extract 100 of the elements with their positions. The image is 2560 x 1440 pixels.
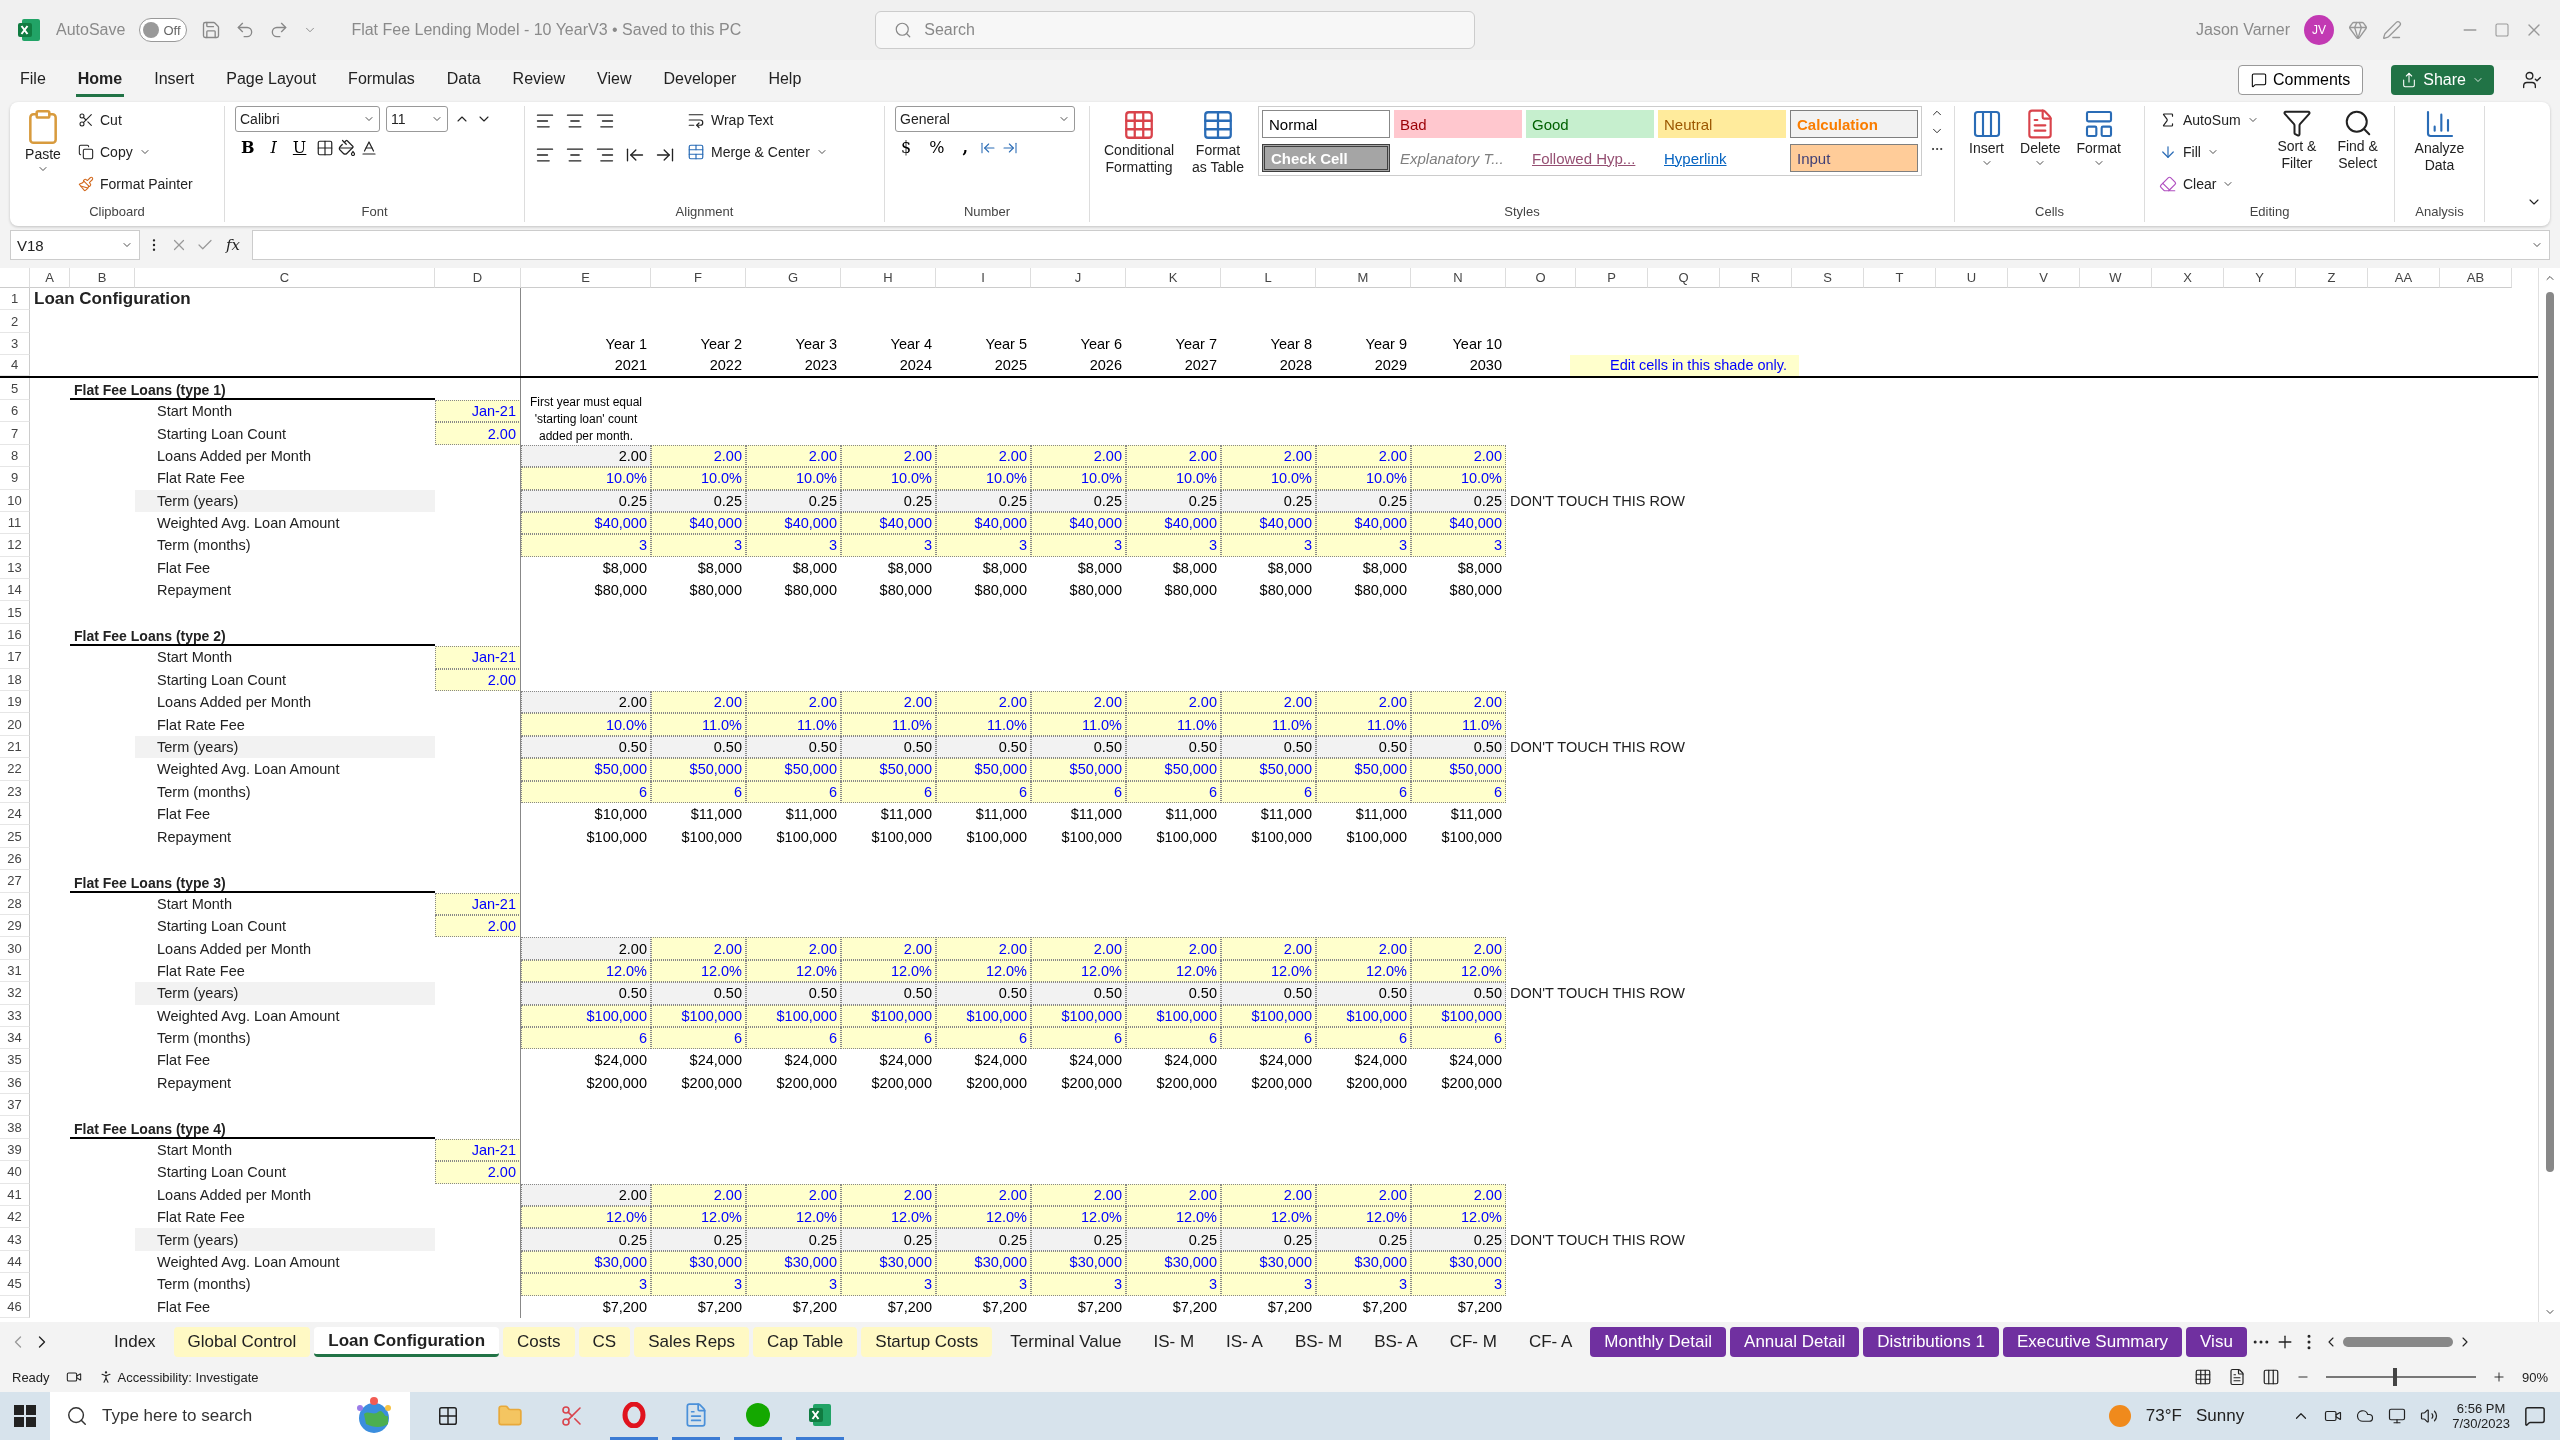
row-number[interactable]: 35 [0,1049,30,1072]
sheet-tab[interactable]: Cap Table [753,1327,858,1357]
zoom-slider[interactable] [2325,1368,2476,1386]
copy-button[interactable]: Copy [74,138,197,166]
row-number[interactable]: 1 [0,288,30,311]
column-header[interactable]: U [1936,268,2008,288]
column-header[interactable]: A [30,268,70,288]
row-number[interactable]: 22 [0,758,30,781]
column-header[interactable]: H [841,268,936,288]
save-icon[interactable] [201,20,222,40]
column-header[interactable]: W [2080,268,2152,288]
row-number[interactable]: 10 [0,489,30,512]
row-number[interactable]: 27 [0,870,30,893]
sheet-tab[interactable]: Sales Reps [634,1327,750,1357]
sheet-tab[interactable]: CF- M [1435,1327,1511,1357]
row-number[interactable]: 9 [0,467,30,490]
row-number[interactable]: 23 [0,780,30,803]
column-header[interactable]: D [435,268,521,288]
row-number[interactable]: 37 [0,1094,30,1117]
column-header[interactable]: K [1126,268,1221,288]
row-number[interactable]: 24 [0,803,30,826]
column-header[interactable]: L [1221,268,1316,288]
column-header[interactable]: T [1864,268,1936,288]
vertical-scrollbar[interactable] [2545,292,2554,1172]
row-number[interactable]: 44 [0,1250,30,1274]
borders-icon[interactable] [316,138,335,157]
row-number[interactable]: 12 [0,534,30,557]
row-number[interactable]: 31 [0,959,30,983]
column-header[interactable]: F [651,268,746,288]
sheet-tab[interactable]: IS- A [1212,1327,1277,1357]
row-number[interactable]: 29 [0,914,30,938]
row-number[interactable]: 2 [0,310,30,333]
person-icon[interactable] [2522,70,2542,90]
sheet-tab[interactable]: BS- A [1360,1327,1432,1357]
sheet-tab[interactable]: Visu [2186,1327,2247,1357]
underline-button[interactable]: U [286,136,313,159]
column-header[interactable]: S [1792,268,1864,288]
insert-function-button[interactable]: fx [220,236,246,254]
cell-style-option[interactable]: Normal [1262,110,1390,138]
sheet-tab[interactable]: Index [100,1327,170,1357]
cut-button[interactable]: Cut [74,106,197,134]
page-break-icon[interactable] [2261,1368,2280,1386]
normal-view-icon[interactable] [2193,1368,2212,1386]
sheet-tab[interactable]: CS [578,1327,631,1357]
clear-button[interactable]: Clear [2155,170,2263,198]
row-number[interactable]: 3 [0,332,30,356]
row-number[interactable]: 43 [0,1228,30,1251]
column-header[interactable]: B [70,268,135,288]
comma-button[interactable]: , [956,136,974,159]
column-header[interactable]: C [135,268,435,288]
row-number[interactable]: 34 [0,1026,30,1050]
row-number[interactable]: 14 [0,579,30,602]
cell-style-option[interactable]: Bad [1394,110,1522,138]
column-header[interactable]: E [521,268,651,288]
row-number[interactable]: 17 [0,646,30,669]
zoom-in-icon[interactable] [2491,1370,2506,1384]
fill-button[interactable]: Fill [2155,138,2263,166]
bold-button[interactable]: B [235,136,261,159]
row-number[interactable]: 21 [0,735,30,759]
autosave-toggle[interactable]: Off [139,18,188,42]
sheet-tab[interactable]: IS- M [1139,1327,1209,1357]
row-number[interactable]: 39 [0,1138,30,1162]
sheet-tab[interactable]: Startup Costs [861,1327,993,1357]
cells-button[interactable]: Format [2072,106,2125,171]
cloud-icon[interactable] [2356,1407,2375,1425]
column-header[interactable]: O [1506,268,1576,288]
column-header[interactable]: AA [2368,268,2440,288]
column-header[interactable]: P [1576,268,1648,288]
row-number[interactable]: 8 [0,444,30,468]
zoom-level[interactable]: 90% [2521,1369,2548,1385]
column-header[interactable]: R [1720,268,1792,288]
cells-button[interactable]: Insert [1965,106,2008,171]
taskbar-search-field[interactable]: Type here to search [50,1392,410,1440]
italic-button[interactable]: I [264,136,283,159]
accessibility-status[interactable]: Accessibility: Investigate [117,1369,259,1385]
row-number[interactable]: 42 [0,1206,30,1229]
row-number[interactable]: 25 [0,825,30,848]
conditional-formatting-button[interactable]: Conditional Formatting [1100,106,1179,178]
column-header[interactable]: X [2152,268,2224,288]
comments-button[interactable]: Comments [2237,65,2364,95]
row-number[interactable]: 4 [0,355,30,376]
currency-button[interactable]: $ [895,136,918,159]
row-number[interactable]: 28 [0,892,30,915]
format-painter-button[interactable]: Format Painter [74,170,197,198]
row-number[interactable]: 46 [0,1295,30,1318]
cell-style-option[interactable]: Neutral [1658,110,1786,138]
column-header[interactable]: AB [2440,268,2512,288]
sheet-tab[interactable]: Terminal Value [996,1327,1136,1357]
row-number[interactable]: 32 [0,982,30,1005]
row-number[interactable]: 19 [0,691,30,714]
sheet-tab[interactable]: Global Control [173,1327,311,1357]
row-number[interactable]: 6 [0,399,30,423]
row-number[interactable]: 45 [0,1273,30,1296]
sheet-tab[interactable]: CF- A [1514,1327,1587,1357]
autosum-button[interactable]: AutoSum [2155,106,2263,134]
row-number[interactable]: 16 [0,623,30,647]
ribbon-tab[interactable]: Data [444,63,483,97]
sheet-tab[interactable]: Annual Detail [1730,1327,1860,1357]
windows-start-icon[interactable] [14,1405,36,1427]
cells-button[interactable]: Delete [2016,106,2065,171]
